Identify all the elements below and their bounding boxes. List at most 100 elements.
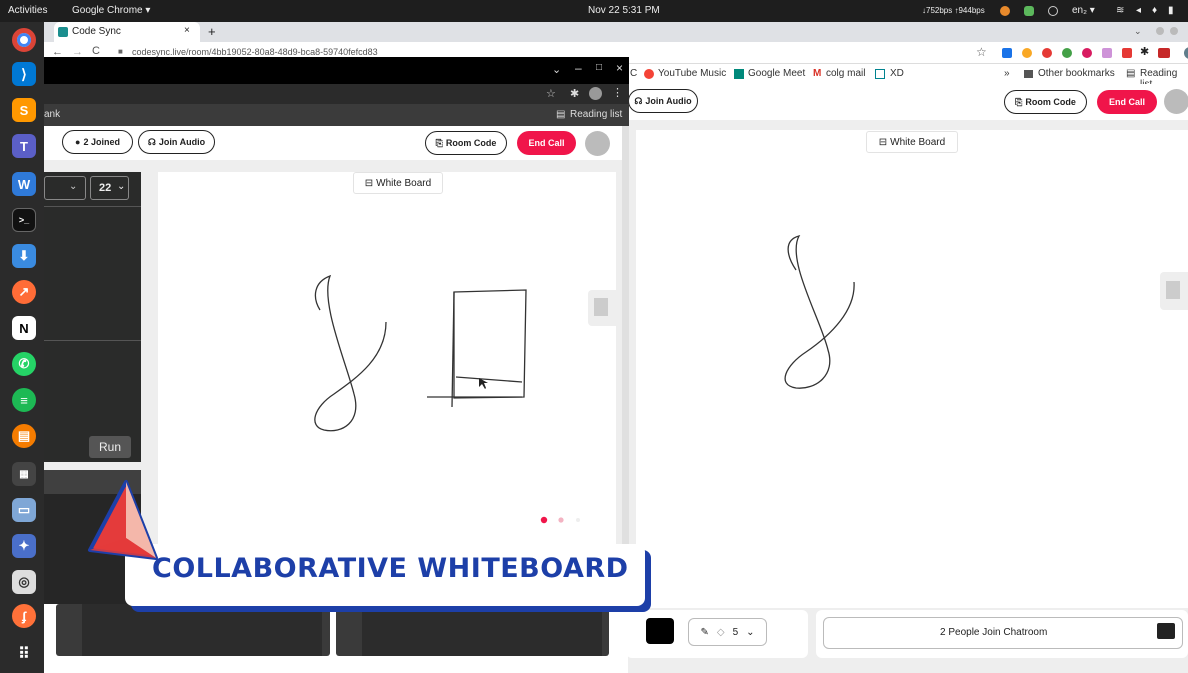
bookmark-google-meet[interactable]: Google Meet [748,68,805,79]
small-end-call-button[interactable]: End Call [517,131,576,155]
language-indicator[interactable]: en₂ ▾ [1072,5,1095,16]
activities-button[interactable]: Activities [8,5,47,16]
divider [44,340,141,341]
bookmark-youtube-music[interactable]: YouTube Music [658,68,726,79]
bookmark-star-icon[interactable]: ☆ [976,45,987,59]
chatroom-bar[interactable]: 2 People Join Chatroom [823,617,1183,649]
books-icon[interactable]: ▤ [12,424,36,448]
new-tab-icon[interactable]: + [208,24,216,39]
headset-icon: ☊ [147,136,156,147]
notion-icon[interactable]: N [12,316,36,340]
battery-icon[interactable]: ▮ [1168,5,1174,16]
sublime-icon[interactable]: S [12,98,36,122]
extension-icon-3[interactable] [1042,48,1052,58]
copy-icon: ⎘ [435,137,443,148]
room-code-button[interactable]: ⎘ Room Code [1004,90,1087,114]
small-room-code-button[interactable]: ⎘ Room Code [425,131,507,155]
extension-icon-2[interactable] [1022,48,1032,58]
reload-icon[interactable]: C [92,45,100,57]
reading-list-icon: ▤ [1126,68,1136,79]
calculator-icon[interactable]: ▦ [12,462,36,486]
bookmark-star-icon[interactable]: ☆ [546,87,556,100]
end-call-button[interactable]: End Call [1097,90,1157,114]
join-audio-button[interactable]: ☊ Join Audio [628,89,698,113]
back-tab-code-sync[interactable]: Code Sync × [54,22,200,42]
user-icon: ● [75,137,81,147]
banner-title: COLLABORATIVE WHITEBOARD [152,553,629,584]
close-tab-icon[interactable]: × [184,25,190,36]
extension-icon-6[interactable] [1102,48,1112,58]
terminal-icon[interactable]: >_ [12,208,36,232]
wifi-icon[interactable]: ≋ [1116,5,1124,16]
files-icon[interactable]: ⬇ [12,244,36,268]
user-avatar[interactable] [1164,89,1188,114]
bookmarks-more-icon[interactable]: » [1004,68,1010,79]
teams-icon[interactable]: T [12,134,36,158]
joined-button[interactable]: ● 2 Joined [62,130,133,154]
chrome-icon[interactable] [12,28,36,52]
tray-icon-1[interactable] [1000,6,1010,16]
extensions-puzzle-icon[interactable]: ✱ [570,87,579,100]
extensions-puzzle-icon[interactable]: ✱ [1140,45,1149,58]
vscode-icon[interactable]: ⟩ [12,62,36,86]
gmail-icon: M [813,68,822,79]
wps-icon[interactable]: W [12,172,36,196]
tab-search-icon[interactable]: ⌄ [552,63,561,76]
join-audio-label: Join Audio [158,137,206,147]
postman-icon[interactable]: ↗ [12,280,36,304]
video-tile-2-inner [362,604,602,656]
extension-icon-1[interactable] [1002,48,1012,58]
reading-list[interactable]: Reading list [570,109,622,120]
extension-icon-5[interactable] [1082,48,1092,58]
minimize-icon[interactable] [1156,27,1164,35]
maximize-icon[interactable]: □ [596,62,602,73]
video-tile-1-inner [82,604,322,656]
system-top-bar: Activities Google Chrome ▾ Nov 22 5:31 P… [0,0,1188,22]
color-picker[interactable] [646,618,674,644]
close-window-icon[interactable]: × [616,61,623,75]
tray-icon-3[interactable] [1048,6,1058,16]
tab-title: Code Sync [72,26,121,37]
whatsapp-icon[interactable]: ✆ [12,352,36,376]
screenshot-icon[interactable]: ◎ [12,570,36,594]
chat-icon[interactable] [1157,623,1175,639]
mic-icon[interactable]: ♦ [1152,5,1157,16]
divider [44,206,141,207]
tray-icon-2[interactable] [1024,6,1034,16]
bookmark-stub[interactable]: C [630,68,637,79]
page-dot[interactable] [558,517,564,523]
minimize-icon[interactable]: – [575,61,582,75]
other-bookmarks[interactable]: Other bookmarks [1038,68,1115,79]
volume-icon[interactable]: ◂ [1136,5,1141,16]
page-dot[interactable] [576,518,580,522]
spotify-icon[interactable]: ≡ [12,388,36,412]
app-menu[interactable]: Google Chrome ▾ [72,5,150,16]
url-field[interactable]: codesync.live/room/4bb19052-80a8-48d9-bc… [132,47,378,57]
scrollbar[interactable] [622,126,629,546]
flatpak-icon[interactable]: ✦ [12,534,36,558]
language-select[interactable]: ⌄ [44,176,86,200]
extension-icon-7[interactable] [1122,48,1132,58]
tab-search-icon[interactable]: ⌄ [1134,26,1142,37]
firefox-icon[interactable]: ʄ [12,604,36,628]
profile-icon[interactable] [1184,47,1188,59]
run-button[interactable]: Run [89,436,131,458]
extension-icon-8[interactable] [1158,48,1170,58]
font-size-select[interactable]: 22 ⌄ [90,176,129,200]
small-join-audio-button[interactable]: ☊ Join Audio [138,130,215,154]
bookmark-stub[interactable]: ank [44,109,60,120]
bookmark-xd[interactable]: XD [890,68,904,79]
maximize-icon[interactable] [1170,27,1178,35]
page-dot-active[interactable] [540,516,548,524]
small-user-avatar[interactable] [585,131,610,156]
chrome-menu-icon[interactable]: ⋮ [612,86,623,99]
clock[interactable]: Nov 22 5:31 PM [588,5,660,16]
scanner-icon[interactable]: ▭ [12,498,36,522]
apps-grid-icon[interactable]: ⠿ [12,642,36,666]
back-whiteboard-drawing [784,234,855,389]
profile-icon[interactable] [589,87,602,100]
extension-icon-4[interactable] [1062,48,1072,58]
join-audio-label: Join Audio [645,96,692,106]
bookmark-colg-mail[interactable]: colg mail [826,68,865,79]
brush-size-select[interactable]: ✎ ◇ 5 ⌄ [688,618,767,646]
